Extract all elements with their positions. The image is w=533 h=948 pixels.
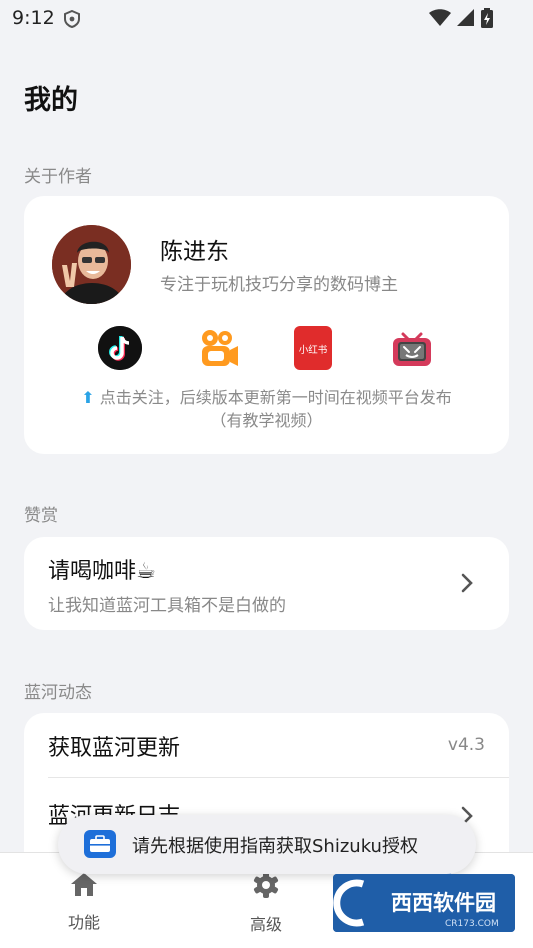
donate-title: 请喝咖啡☕ [48,559,156,584]
section-label-about-author: 关于作者 [24,167,92,187]
wifi-icon [429,9,451,31]
watermark-sub: CR173.COM [445,919,499,929]
author-bio: 专注于玩机技巧分享的数码博主 [160,275,398,295]
page-title: 我的 [24,85,78,116]
nav-item-advanced[interactable]: 高级 [206,871,326,935]
home-icon [70,873,98,901]
section-label-news: 蓝河动态 [24,683,92,703]
watermark-logo: 西西软件园 CR173.COM [333,874,515,932]
tiktok-icon[interactable] [98,326,142,370]
author-avatar[interactable] [52,225,131,304]
shield-icon [64,9,80,32]
follow-tip: ⬆ 点击关注，后续版本更新第一时间在视频平台发布 （有教学视频） [24,386,509,432]
xiaohongshu-icon[interactable]: 小红书 [294,326,332,370]
status-time: 9:12 [12,7,55,29]
gear-icon [252,872,280,903]
xiaohongshu-label: 小红书 [299,344,328,356]
chevron-right-icon [461,573,473,597]
status-bar: 9:12 [0,0,533,40]
donate-row[interactable]: 请喝咖啡☕ 让我知道蓝河工具箱不是白做的 [24,537,509,630]
section-label-donate: 赞赏 [24,506,58,526]
nav-label-advanced: 高级 [249,915,282,934]
bilibili-icon[interactable] [390,326,434,370]
nav-label-features: 功能 [67,913,100,932]
nav-item-features[interactable]: 功能 [24,871,144,933]
watermark-main: 西西软件园 [391,891,496,915]
author-card: 陈进东 专注于玩机技巧分享的数码博主 小红书 ⬆ 点击关注，后续版本更新第一时间… [24,196,509,454]
follow-tip-line1: 点击关注，后续版本更新第一时间在视频平台发布 [99,388,452,407]
follow-tip-line2: （有教学视频） [210,411,323,430]
author-name: 陈进东 [160,239,229,265]
kuaishou-icon[interactable] [196,326,240,370]
donate-subtitle: 让我知道蓝河工具箱不是白做的 [48,596,286,616]
get-update-title: 获取蓝河更新 [48,736,181,761]
toolbox-icon [84,830,116,858]
version-value: v4.3 [447,735,485,755]
signal-icon [457,9,475,31]
toast: 请先根据使用指南获取Shizuku授权 [58,815,476,874]
toast-text: 请先根据使用指南获取Shizuku授权 [132,836,418,857]
get-update-row[interactable]: 获取蓝河更新 v4.3 [24,713,509,777]
battery-icon [481,8,493,32]
arrow-up-icon: ⬆ [81,388,95,407]
